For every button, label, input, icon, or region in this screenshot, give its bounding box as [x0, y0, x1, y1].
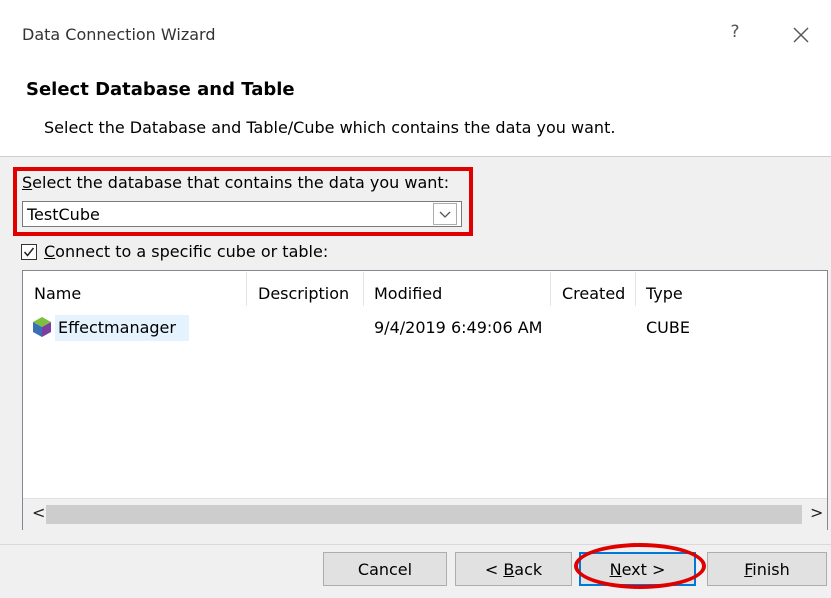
scroll-left-arrow[interactable]: < [32, 503, 45, 522]
close-icon [793, 27, 809, 43]
finish-button-label: Finish [744, 559, 790, 579]
cube-table-list[interactable] [22, 270, 828, 530]
column-header-type[interactable]: Type [646, 284, 683, 303]
column-divider[interactable] [550, 272, 551, 306]
column-divider[interactable] [363, 272, 364, 306]
page-title: Select Database and Table [26, 79, 295, 100]
close-button[interactable] [786, 20, 816, 50]
checkmark-icon [23, 247, 35, 257]
next-highlight-oval [574, 543, 706, 589]
column-header-description[interactable]: Description [258, 284, 349, 303]
cell-type: CUBE [646, 318, 690, 337]
connect-specific-label[interactable]: Connect to a specific cube or table: [44, 242, 328, 261]
column-header-name[interactable]: Name [34, 284, 81, 303]
column-header-created[interactable]: Created [562, 284, 625, 303]
cube-icon [32, 316, 52, 338]
cell-name[interactable]: Effectmanager [58, 318, 176, 337]
cancel-button-label: Cancel [357, 559, 413, 579]
column-header-modified[interactable]: Modified [374, 284, 442, 303]
cell-modified: 9/4/2019 6:49:06 AM [374, 318, 543, 337]
footer-divider [0, 544, 831, 545]
back-button[interactable]: < Back [455, 552, 572, 586]
finish-button[interactable]: Finish [707, 552, 827, 586]
connect-specific-checkbox[interactable] [21, 244, 37, 260]
back-button-label: < Back [484, 559, 543, 579]
database-highlight-box [13, 167, 473, 236]
help-button[interactable]: ? [724, 22, 746, 44]
scroll-right-arrow[interactable]: > [810, 503, 823, 522]
column-divider[interactable] [635, 272, 636, 306]
scrollbar-thumb[interactable] [46, 505, 802, 524]
column-divider[interactable] [246, 272, 247, 306]
window-title: Data Connection Wizard [22, 25, 216, 44]
cancel-button[interactable]: Cancel [323, 552, 447, 586]
page-subtitle: Select the Database and Table/Cube which… [44, 118, 616, 137]
